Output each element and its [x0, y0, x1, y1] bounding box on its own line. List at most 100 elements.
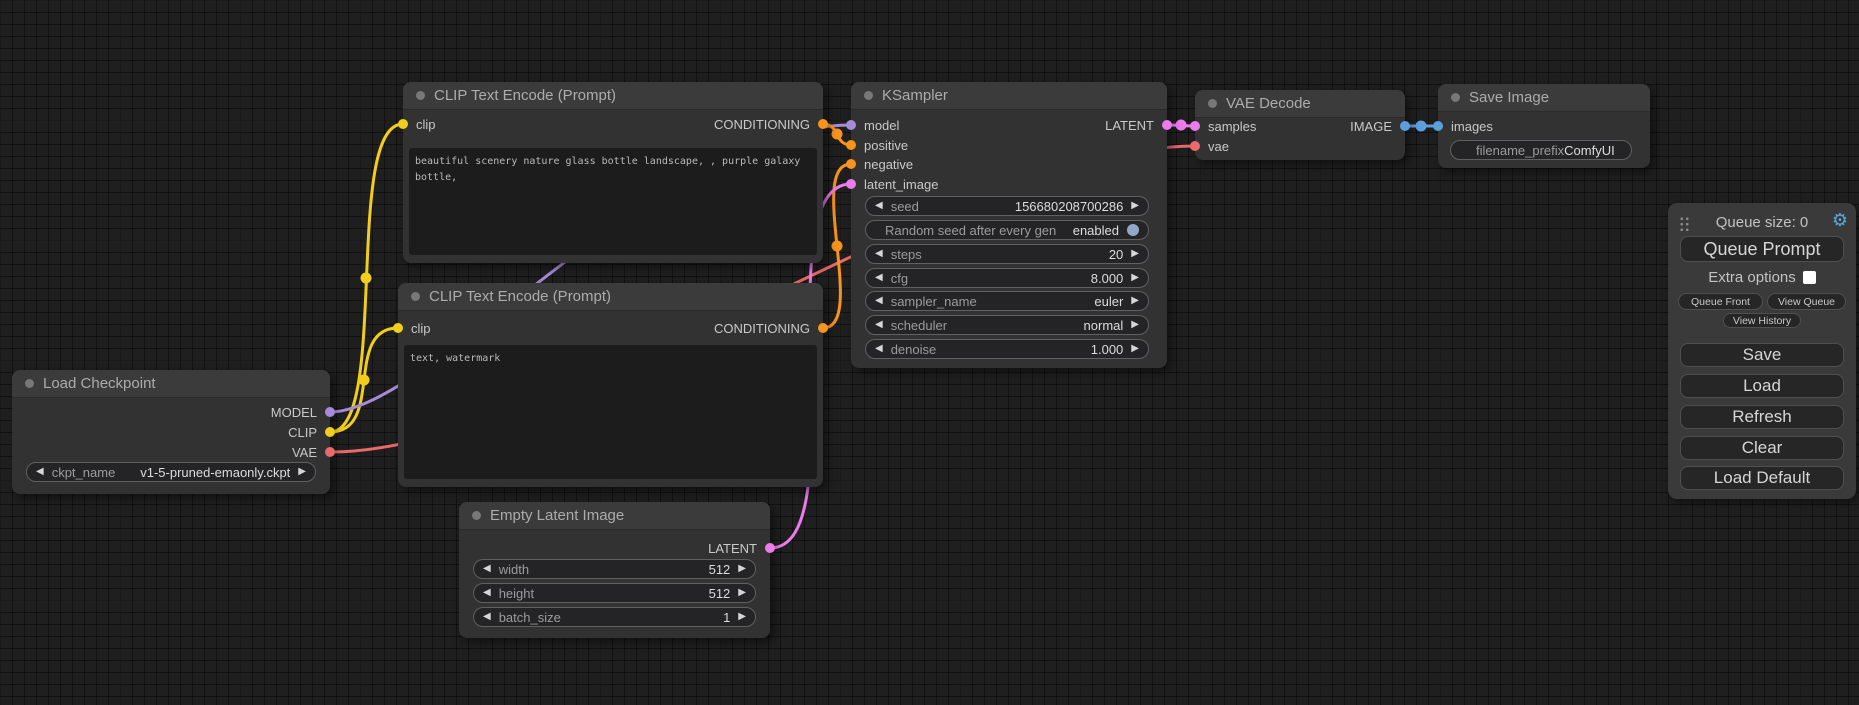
increment-arrow-icon[interactable]: ▶ — [1131, 296, 1139, 306]
increment-arrow-icon[interactable]: ▶ — [738, 564, 746, 574]
input-port-samples[interactable] — [1190, 121, 1200, 131]
node-collapse-dot[interactable] — [472, 511, 481, 520]
widget-sampler-name[interactable]: ◀ sampler_name euler ▶ — [865, 291, 1149, 311]
input-label-samples: samples — [1208, 119, 1256, 134]
node-collapse-dot[interactable] — [416, 91, 425, 100]
node-save-image: Save Image images filename_prefix ComfyU… — [1438, 84, 1650, 168]
node-ksampler: KSampler model LATENT positive negative … — [851, 82, 1167, 368]
input-port-vae[interactable] — [1190, 141, 1200, 151]
widget-value: euler — [1094, 294, 1123, 309]
prompt-textarea[interactable]: text, watermark — [404, 345, 817, 479]
node-collapse-dot[interactable] — [1451, 93, 1460, 102]
increment-arrow-icon[interactable]: ▶ — [1131, 344, 1139, 354]
increment-arrow-icon[interactable]: ▶ — [738, 612, 746, 622]
widget-denoise[interactable]: ◀ denoise 1.000 ▶ — [865, 339, 1149, 359]
output-port-latent[interactable] — [765, 543, 775, 553]
node-clip-positive-titlebar[interactable]: CLIP Text Encode (Prompt) — [403, 82, 823, 110]
clear-button[interactable]: Clear — [1680, 436, 1844, 460]
decrement-arrow-icon[interactable]: ◀ — [875, 320, 883, 330]
decrement-arrow-icon[interactable]: ◀ — [36, 467, 44, 477]
increment-arrow-icon[interactable]: ▶ — [738, 588, 746, 598]
widget-cfg[interactable]: ◀ cfg 8.000 ▶ — [865, 268, 1149, 288]
node-clip-negative-titlebar[interactable]: CLIP Text Encode (Prompt) — [398, 283, 823, 311]
output-port-clip[interactable] — [325, 427, 335, 437]
input-port-negative[interactable] — [846, 159, 856, 169]
port-row-model: model LATENT — [851, 115, 1167, 135]
increment-arrow-icon[interactable]: ▶ — [1131, 201, 1139, 211]
widget-label: cfg — [891, 271, 908, 286]
output-row-vae: VAE — [12, 442, 330, 462]
output-port-conditioning[interactable] — [818, 323, 828, 333]
output-label-clip: CLIP — [288, 425, 317, 440]
widget-filename-prefix[interactable]: filename_prefix ComfyUI — [1450, 140, 1632, 160]
node-collapse-dot[interactable] — [25, 379, 34, 388]
output-port-vae[interactable] — [325, 447, 335, 457]
output-row-clip: CLIP — [12, 422, 330, 442]
node-ksampler-titlebar[interactable]: KSampler — [851, 82, 1167, 110]
queue-prompt-button[interactable]: Queue Prompt — [1680, 236, 1844, 262]
node-collapse-dot[interactable] — [411, 292, 420, 301]
output-port-latent[interactable] — [1162, 120, 1172, 130]
widget-width[interactable]: ◀ width 512 ▶ — [473, 559, 756, 579]
increment-arrow-icon[interactable]: ▶ — [298, 467, 306, 477]
node-collapse-dot[interactable] — [864, 91, 873, 100]
widget-value: 1.000 — [1091, 342, 1124, 357]
increment-arrow-icon[interactable]: ▶ — [1131, 320, 1139, 330]
decrement-arrow-icon[interactable]: ◀ — [875, 273, 883, 283]
widget-scheduler[interactable]: ◀ scheduler normal ▶ — [865, 315, 1149, 335]
input-label-model: model — [864, 118, 899, 133]
node-vae-decode: VAE Decode samples IMAGE vae — [1195, 90, 1405, 160]
load-default-button[interactable]: Load Default — [1680, 466, 1844, 490]
decrement-arrow-icon[interactable]: ◀ — [875, 296, 883, 306]
input-port-positive[interactable] — [846, 140, 856, 150]
node-empty-latent-image: Empty Latent Image LATENT ◀ width 512 ▶ … — [459, 502, 770, 638]
input-port-clip[interactable] — [398, 119, 408, 129]
prompt-textarea[interactable]: beautiful scenery nature glass bottle la… — [409, 148, 817, 255]
load-button[interactable]: Load — [1680, 374, 1844, 398]
node-title: VAE Decode — [1226, 95, 1311, 112]
widget-steps[interactable]: ◀ steps 20 ▶ — [865, 244, 1149, 264]
output-port-conditioning[interactable] — [818, 119, 828, 129]
increment-arrow-icon[interactable]: ▶ — [1131, 273, 1139, 283]
input-port-latent-image[interactable] — [846, 179, 856, 189]
decrement-arrow-icon[interactable]: ◀ — [875, 249, 883, 259]
node-vae-decode-titlebar[interactable]: VAE Decode — [1195, 90, 1405, 118]
decrement-arrow-icon[interactable]: ◀ — [875, 344, 883, 354]
increment-arrow-icon[interactable]: ▶ — [1131, 249, 1139, 259]
widget-random-seed-toggle[interactable]: Random seed after every gen enabled — [865, 220, 1149, 240]
view-history-button[interactable]: View History — [1723, 313, 1801, 328]
node-title: Save Image — [1469, 89, 1549, 106]
widget-value: 512 — [709, 586, 731, 601]
widget-batch-size[interactable]: ◀ batch_size 1 ▶ — [473, 607, 756, 627]
output-label-image: IMAGE — [1350, 119, 1392, 134]
view-queue-button[interactable]: View Queue — [1767, 293, 1846, 310]
node-collapse-dot[interactable] — [1208, 99, 1217, 108]
widget-ckpt-name[interactable]: ◀ ckpt_name v1-5-pruned-emaonly.ckpt ▶ — [26, 462, 316, 482]
widget-seed[interactable]: ◀ seed 156680208700286 ▶ — [865, 196, 1149, 216]
input-label-images: images — [1451, 119, 1493, 134]
gear-icon[interactable]: ⚙ — [1832, 211, 1848, 229]
node-save-image-titlebar[interactable]: Save Image — [1438, 84, 1650, 112]
node-title: KSampler — [882, 87, 948, 104]
output-port-image[interactable] — [1400, 121, 1410, 131]
output-port-model[interactable] — [325, 407, 335, 417]
output-label-vae: VAE — [292, 445, 317, 460]
input-port-images[interactable] — [1433, 121, 1443, 131]
decrement-arrow-icon[interactable]: ◀ — [875, 201, 883, 211]
input-port-model[interactable] — [846, 120, 856, 130]
save-button[interactable]: Save — [1680, 343, 1844, 367]
decrement-arrow-icon[interactable]: ◀ — [483, 612, 491, 622]
node-load-checkpoint-titlebar[interactable]: Load Checkpoint — [12, 370, 330, 398]
refresh-button[interactable]: Refresh — [1680, 405, 1844, 429]
toggle-enabled-icon[interactable] — [1127, 224, 1139, 236]
node-empty-latent-titlebar[interactable]: Empty Latent Image — [459, 502, 770, 530]
node-title: Empty Latent Image — [490, 507, 624, 524]
widget-height[interactable]: ◀ height 512 ▶ — [473, 583, 756, 603]
widget-label: width — [499, 562, 529, 577]
input-port-clip[interactable] — [393, 323, 403, 333]
decrement-arrow-icon[interactable]: ◀ — [483, 588, 491, 598]
decrement-arrow-icon[interactable]: ◀ — [483, 564, 491, 574]
extra-options-checkbox[interactable] — [1803, 271, 1816, 284]
widget-value: enabled — [1073, 223, 1119, 238]
queue-front-button[interactable]: Queue Front — [1678, 293, 1763, 310]
